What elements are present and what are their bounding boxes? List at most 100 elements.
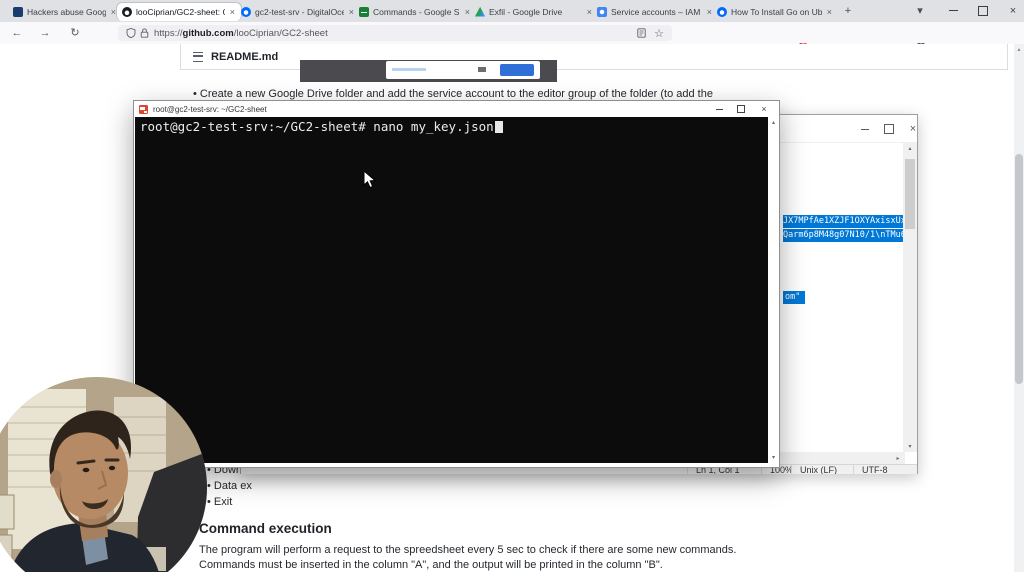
embedded-dialog bbox=[386, 61, 540, 79]
url-host: github.com bbox=[182, 27, 234, 39]
digitalocean-icon bbox=[717, 6, 727, 17]
status-encoding: UTF-8 bbox=[853, 465, 917, 474]
mouse-cursor bbox=[363, 170, 376, 189]
terminal-prompt: root@gc2-test-srv:~/GC2-sheet# nano my_k… bbox=[140, 119, 503, 134]
new-tab-button[interactable]: + bbox=[838, 2, 858, 20]
terminal-close-button[interactable]: × bbox=[753, 101, 775, 117]
section-heading: Command execution bbox=[199, 521, 332, 536]
url-protocol: https:// bbox=[154, 27, 183, 39]
terminal-scrollbar[interactable]: ▴ ▾ bbox=[768, 117, 779, 463]
notepad-close-button[interactable]: × bbox=[901, 115, 925, 143]
scroll-up-icon[interactable]: ▴ bbox=[1014, 46, 1024, 53]
minimize-icon bbox=[861, 128, 869, 130]
selected-text-line[interactable]: Qarm6p8M48g07N10/1\nTMu6TPXxHQ bbox=[783, 229, 905, 242]
tab-github-gc2-sheet[interactable]: looCiprian/GC2-sheet: GC2 is a × bbox=[116, 2, 242, 21]
minimize-icon bbox=[948, 10, 958, 11]
tracking-shield-icon[interactable] bbox=[126, 28, 136, 38]
bookmark-star-icon[interactable]: ☆ bbox=[654, 27, 664, 40]
readme-list-item: • Exit bbox=[207, 496, 232, 508]
browser-toolbar: ← → ↻ https://github.com/looCiprian/GC2-… bbox=[0, 22, 1024, 62]
tab-title: Service accounts – IAM & Adm bbox=[611, 6, 702, 17]
tab-title: Exfil - Google Drive bbox=[489, 6, 563, 17]
readme-intro-item: • Create a new Google Drive folder and a… bbox=[193, 88, 713, 100]
scroll-down-icon[interactable]: ▾ bbox=[903, 443, 917, 450]
tab-hackers-abuse[interactable]: Hackers abuse Google Comma × bbox=[8, 2, 122, 21]
terminal-window: root@gc2-test-srv: ~/GC2-sheet × root@gc… bbox=[133, 100, 780, 468]
browser-scrollbar-thumb[interactable] bbox=[1015, 154, 1023, 384]
list-item-text: Exit bbox=[213, 496, 233, 508]
embedded-blue-button bbox=[500, 64, 534, 76]
github-icon bbox=[122, 7, 132, 17]
restore-icon bbox=[978, 5, 988, 16]
browser-scrollbar[interactable]: ▴ bbox=[1014, 44, 1024, 572]
window-close-button[interactable]: × bbox=[998, 0, 1024, 21]
close-icon: × bbox=[761, 104, 767, 114]
scroll-right-icon[interactable]: ▸ bbox=[893, 455, 903, 462]
terminal-maximize-button[interactable] bbox=[730, 101, 752, 117]
scroll-up-icon[interactable]: ▴ bbox=[768, 119, 779, 126]
tab-digitalocean-droplet[interactable]: gc2-test-srv - DigitalOcean × bbox=[236, 2, 360, 21]
url-path: /looCiprian/GC2-sheet bbox=[233, 27, 328, 39]
tab-close-icon[interactable]: × bbox=[826, 7, 833, 17]
scroll-up-icon[interactable]: ▴ bbox=[903, 145, 917, 152]
lock-icon[interactable] bbox=[140, 28, 149, 38]
readme-list-item: • Data ex bbox=[207, 480, 252, 492]
paragraph-line: Commands must be inserted in the column … bbox=[199, 559, 663, 571]
tab-google-sheets[interactable]: Commands - Google Sheets × bbox=[354, 2, 476, 21]
tab-title: How To Install Go on Ubuntu 2 bbox=[731, 6, 822, 17]
maximize-icon bbox=[884, 124, 894, 134]
window-restore-button[interactable] bbox=[968, 0, 998, 21]
window-minimize-button[interactable] bbox=[938, 0, 968, 21]
bullet-icon: • bbox=[193, 88, 197, 100]
refresh-button[interactable]: ↻ bbox=[66, 24, 84, 42]
tab-install-go-ubuntu[interactable]: How To Install Go on Ubuntu 2 × bbox=[712, 2, 838, 21]
readme-embedded-image bbox=[300, 60, 557, 82]
notepad-maximize-button[interactable] bbox=[877, 115, 901, 143]
terminal-title-bar[interactable]: root@gc2-test-srv: ~/GC2-sheet bbox=[134, 101, 779, 117]
digitalocean-icon bbox=[241, 6, 251, 17]
bullet-icon: • bbox=[207, 480, 211, 492]
url-bar[interactable]: https://github.com/looCiprian/GC2-sheet … bbox=[118, 25, 672, 41]
tab-title: gc2-test-srv - DigitalOcean bbox=[255, 6, 344, 17]
selected-text-line[interactable]: JX7MPfAe1XZJF1OXYAxisxUxS3i+1m bbox=[783, 215, 905, 228]
bullet-icon: • bbox=[207, 496, 211, 508]
terminal-window-title: root@gc2-test-srv: ~/GC2-sheet bbox=[153, 104, 267, 114]
bleepingcomputer-icon bbox=[13, 6, 23, 17]
paragraph-line: The program will perform a request to th… bbox=[199, 544, 737, 556]
notepad-minimize-button[interactable] bbox=[853, 115, 877, 143]
notepad-vscroll-thumb[interactable] bbox=[905, 159, 915, 229]
selected-text-fragment[interactable]: om" bbox=[783, 291, 805, 304]
readme-title: README.md bbox=[211, 50, 279, 63]
embedded-icon-stub bbox=[478, 67, 486, 72]
close-icon: × bbox=[1009, 4, 1017, 17]
minimize-icon bbox=[715, 108, 723, 110]
tab-google-drive[interactable]: Exfil - Google Drive × bbox=[470, 2, 598, 21]
reader-mode-icon[interactable] bbox=[637, 28, 646, 38]
tab-title: looCiprian/GC2-sheet: GC2 is a bbox=[136, 7, 225, 17]
google-drive-icon bbox=[475, 6, 485, 17]
notepad-vertical-scrollbar[interactable]: ▴ ▾ bbox=[903, 143, 917, 452]
terminal-command-text: root@gc2-test-srv:~/GC2-sheet# nano my_k… bbox=[140, 119, 494, 134]
tab-close-icon[interactable]: × bbox=[229, 7, 236, 17]
desktop-screenshot: Hackers abuse Google Comma × looCiprian/… bbox=[0, 0, 1024, 572]
putty-icon bbox=[139, 104, 148, 114]
terminal-cursor bbox=[494, 121, 503, 133]
gcp-console-icon bbox=[597, 6, 607, 17]
forward-button[interactable]: → bbox=[36, 24, 54, 42]
list-item-text: Data ex bbox=[213, 480, 252, 492]
tab-title: Commands - Google Sheets bbox=[373, 6, 460, 17]
scroll-down-icon[interactable]: ▾ bbox=[768, 454, 779, 461]
close-icon: × bbox=[909, 123, 917, 135]
google-sheets-icon bbox=[359, 6, 369, 17]
list-tabs-chevron-icon[interactable]: ▾ bbox=[910, 2, 930, 20]
tab-gcp-service-accounts[interactable]: Service accounts – IAM & Adm × bbox=[592, 2, 718, 21]
status-line-ending: Unix (LF) bbox=[791, 465, 853, 474]
maximize-icon bbox=[737, 105, 745, 113]
terminal-minimize-button[interactable] bbox=[708, 101, 730, 117]
terminal-screen[interactable]: root@gc2-test-srv:~/GC2-sheet# nano my_k… bbox=[135, 117, 768, 463]
tab-title: Hackers abuse Google Comma bbox=[27, 6, 106, 17]
readme-intro-text: Create a new Google Drive folder and add… bbox=[199, 88, 713, 100]
browser-tab-bar: Hackers abuse Google Comma × looCiprian/… bbox=[0, 0, 1024, 23]
back-button[interactable]: ← bbox=[8, 24, 26, 42]
outline-list-icon[interactable] bbox=[193, 51, 203, 62]
